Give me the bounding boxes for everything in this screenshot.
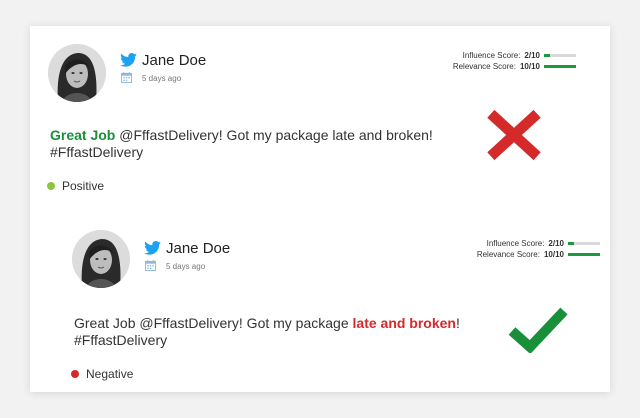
- influence-score-label: Influence Score:: [486, 239, 545, 248]
- tweet-text: Great Job @FffastDelivery! Got my packag…: [74, 315, 494, 349]
- timestamp: 5 days ago: [166, 262, 206, 271]
- sentiment-comparison-card: Jane Doe 5 days ago Influence Score: 2/1…: [30, 26, 610, 392]
- sentiment-label: Negative: [71, 367, 133, 381]
- sentiment-text: Positive: [62, 179, 105, 193]
- x-mark-icon: [487, 109, 541, 161]
- relevance-score-label: Relevance Score:: [452, 62, 516, 71]
- influence-score-value: 2/10: [524, 51, 540, 60]
- calendar-icon: [121, 72, 132, 83]
- twitter-bird-icon: [144, 241, 161, 255]
- user-name[interactable]: Jane Doe: [166, 240, 230, 257]
- twitter-bird-icon: [120, 53, 137, 67]
- tweet-text-body: Great Job @FffastDelivery! Got my packag…: [74, 315, 353, 331]
- calendar-icon: [145, 260, 156, 271]
- relevance-score-row: Relevance Score: 10/10: [426, 61, 576, 72]
- influence-score-label: Influence Score:: [462, 51, 521, 60]
- check-mark-icon: [508, 307, 568, 353]
- influence-score-row: Influence Score: 2/10: [450, 238, 600, 249]
- influence-score-bar: [568, 242, 600, 245]
- avatar: [72, 230, 130, 288]
- tweet-text-body: @FffastDelivery! Got my package late and…: [115, 127, 433, 143]
- timestamp: 5 days ago: [142, 74, 182, 83]
- highlighted-phrase: late and broken: [352, 315, 456, 331]
- influence-score-fill: [568, 242, 575, 245]
- influence-score-row: Influence Score: 2/10: [426, 50, 576, 61]
- relevance-score-fill: [568, 253, 600, 256]
- avatar-portrait: [72, 230, 130, 288]
- score-panel: Influence Score: 2/10 Relevance Score: 1…: [450, 238, 600, 260]
- score-panel: Influence Score: 2/10 Relevance Score: 1…: [426, 50, 576, 72]
- sentiment-dot: [47, 182, 55, 190]
- relevance-score-label: Relevance Score:: [476, 250, 540, 259]
- hashtag[interactable]: #FffastDelivery: [74, 332, 167, 348]
- relevance-score-bar: [568, 253, 600, 256]
- user-name[interactable]: Jane Doe: [142, 52, 206, 69]
- highlighted-phrase: Great Job: [50, 127, 116, 143]
- sentiment-label: Positive: [47, 179, 104, 193]
- relevance-score-row: Relevance Score: 10/10: [450, 249, 600, 260]
- relevance-score-bar: [544, 65, 576, 68]
- tweet-text-end: !: [455, 315, 460, 331]
- avatar-portrait: [48, 44, 106, 102]
- avatar: [48, 44, 106, 102]
- sentiment-text: Negative: [86, 367, 134, 381]
- tweet-text: Great Job @FffastDelivery! Got my packag…: [50, 127, 470, 161]
- hashtag[interactable]: #FffastDelivery: [50, 144, 143, 160]
- relevance-score-fill: [544, 65, 576, 68]
- sentiment-dot: [71, 370, 79, 378]
- influence-score-value: 2/10: [548, 239, 564, 248]
- relevance-score-value: 10/10: [543, 250, 564, 259]
- influence-score-fill: [544, 54, 551, 57]
- tweet-card-1: Jane Doe 5 days ago Influence Score: 2/1…: [30, 26, 610, 206]
- tweet-card-2: Jane Doe 5 days ago Influence Score: 2/1…: [54, 212, 610, 392]
- canvas: Jane Doe 5 days ago Influence Score: 2/1…: [0, 0, 640, 418]
- relevance-score-value: 10/10: [519, 62, 540, 71]
- influence-score-bar: [544, 54, 576, 57]
